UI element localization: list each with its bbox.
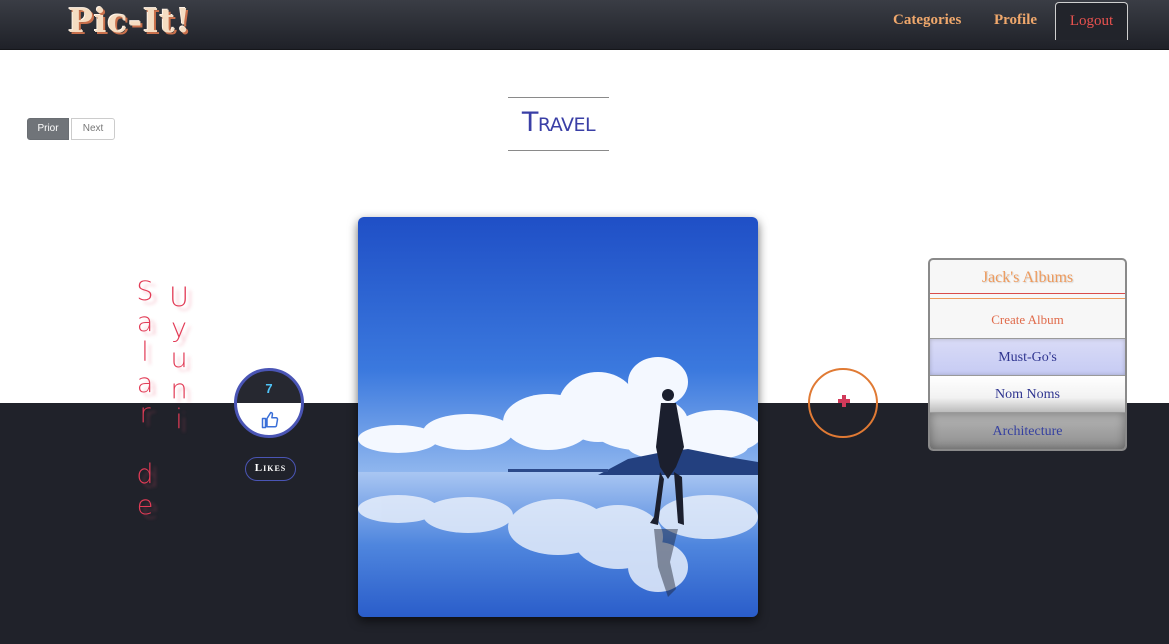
page-title: Travel — [508, 97, 609, 151]
nav-logout-link[interactable]: Logout — [1055, 2, 1128, 40]
likes-label: Likes — [245, 457, 296, 481]
caption-letter: a — [136, 306, 154, 338]
album-item-must-gos[interactable]: Must-Go's — [930, 338, 1125, 375]
like-count: 7 — [265, 381, 273, 396]
caption-letter: i — [175, 404, 183, 435]
caption-letter: U — [169, 282, 189, 313]
like-button[interactable]: 7 — [234, 368, 304, 438]
prior-button[interactable]: Prior — [27, 118, 69, 140]
next-button[interactable]: Next — [71, 118, 115, 140]
albums-panel: Jack's Albums Create Album Must-Go's Nom… — [928, 258, 1127, 451]
thumbs-up-icon — [261, 411, 279, 429]
caption-letter: n — [170, 373, 188, 405]
caption-letter: l — [141, 337, 149, 368]
caption-letter: a — [136, 367, 154, 399]
top-navbar: Pic-It! Categories Profile Logout — [0, 0, 1169, 50]
caption-letter: u — [170, 343, 188, 374]
add-to-album-button[interactable] — [808, 368, 878, 438]
album-item-nom-noms[interactable]: Nom Noms — [930, 375, 1125, 412]
site-logo[interactable]: Pic-It! — [68, 1, 191, 41]
salt-flat-photo — [358, 217, 758, 617]
caption-letter: d — [136, 459, 154, 490]
caption-letter: y — [171, 312, 187, 344]
album-item-architecture[interactable]: Architecture — [930, 412, 1125, 449]
plus-icon — [838, 395, 850, 407]
photo-caption-word-1: S a l a r d e — [130, 276, 160, 521]
pager: Prior Next — [27, 118, 115, 140]
photo-caption-word-2: U y u n i — [164, 282, 194, 436]
caption-letter: r — [139, 398, 151, 429]
nav-categories-link[interactable]: Categories — [893, 0, 961, 40]
main-photo[interactable] — [358, 217, 758, 617]
caption-letter: e — [136, 489, 154, 521]
albums-title: Jack's Albums — [930, 260, 1125, 294]
caption-letter: S — [136, 276, 154, 307]
caption-letter — [130, 430, 160, 461]
create-album-button[interactable]: Create Album — [930, 299, 1125, 338]
nav-profile-link[interactable]: Profile — [994, 0, 1037, 40]
